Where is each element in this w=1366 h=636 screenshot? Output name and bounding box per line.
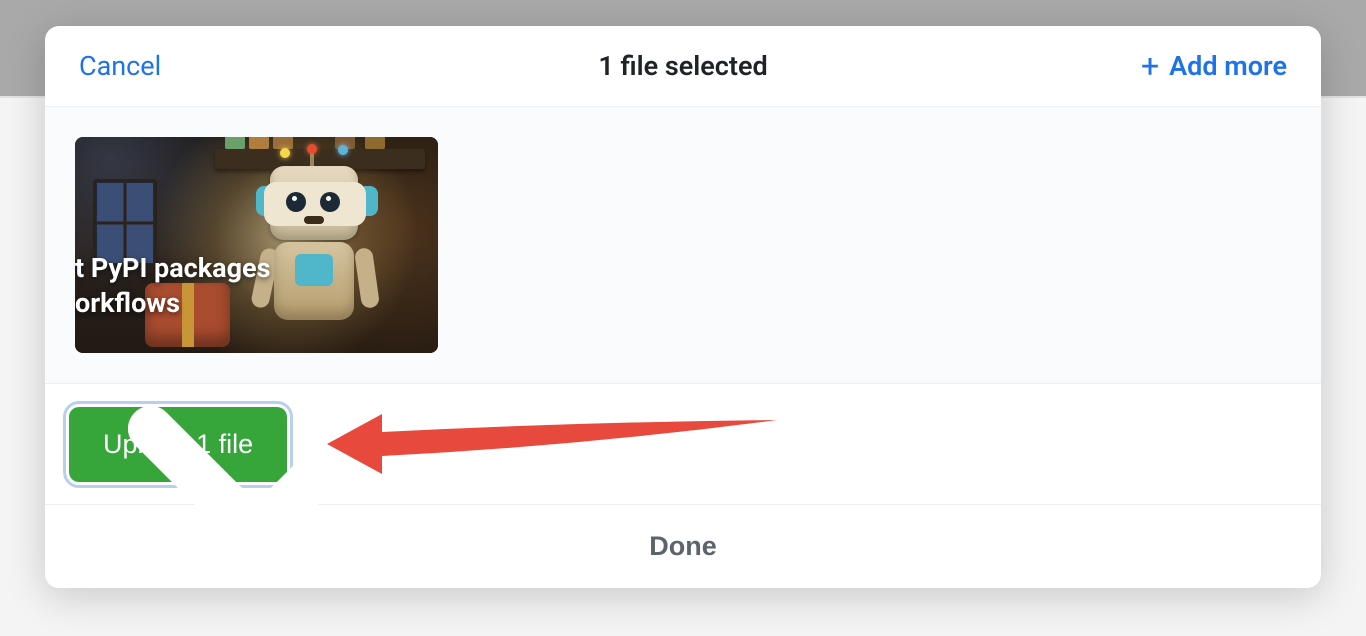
thumbnail-image: t PyPI packages orkflows xyxy=(75,137,438,353)
plus-icon: + xyxy=(1137,53,1163,79)
modal-title: 1 file selected xyxy=(598,50,767,82)
add-more-button[interactable]: + Add more xyxy=(1137,50,1287,82)
thumbnail-caption: t PyPI packages orkflows xyxy=(75,251,275,321)
add-more-label: Add more xyxy=(1169,50,1287,82)
arrow-annotation xyxy=(317,404,787,484)
cancel-button[interactable]: Cancel xyxy=(79,50,161,82)
modal-body: t PyPI packages orkflows xyxy=(45,107,1321,384)
modal-header: Cancel 1 file selected + Add more xyxy=(45,26,1321,107)
file-thumbnail[interactable]: t PyPI packages orkflows xyxy=(75,137,438,353)
upload-modal: Cancel 1 file selected + Add more xyxy=(45,26,1321,588)
done-button[interactable]: Done xyxy=(649,531,717,562)
